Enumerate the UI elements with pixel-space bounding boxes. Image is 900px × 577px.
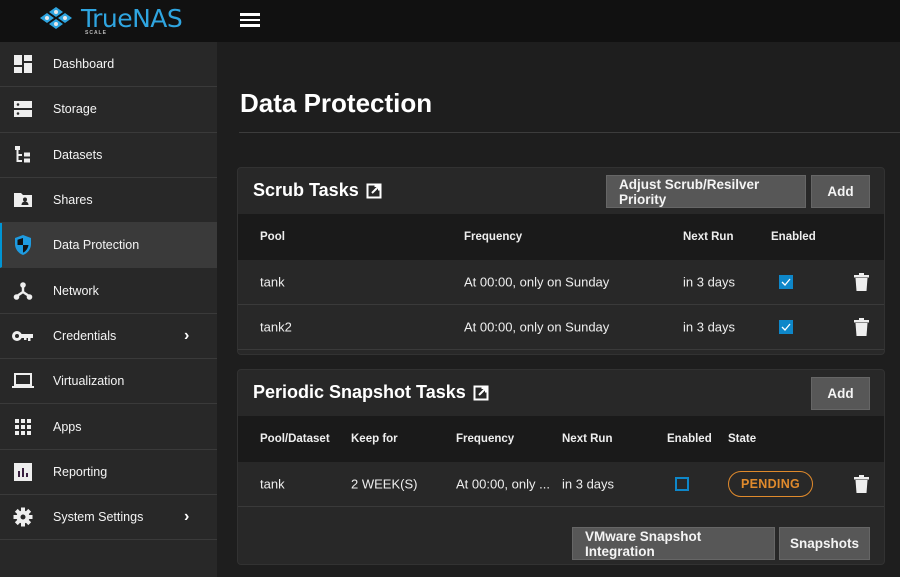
keep-for-cell: 2 WEEK(S) — [351, 476, 418, 492]
sidebar-item-label: Network — [53, 283, 99, 298]
sidebar-item-label: Storage — [53, 102, 97, 117]
snapshots-button[interactable]: Snapshots — [779, 527, 870, 560]
table-row: tank2 At 00:00, only on Sunday in 3 days — [238, 305, 884, 350]
chevron-right-icon: › — [184, 326, 190, 344]
sidebar-item-credentials[interactable]: Credentials › — [0, 314, 217, 360]
sidebar-item-label: Shares — [53, 193, 93, 208]
delete-trash-icon[interactable] — [854, 318, 869, 336]
next-run-cell: in 3 days — [683, 319, 736, 335]
sidebar-item-reporting[interactable]: Reporting — [0, 450, 217, 495]
table-row: tank At 00:00, only on Sunday in 3 days — [238, 260, 884, 305]
adjust-scrub-priority-button[interactable]: Adjust Scrub/Resilver Priority — [606, 175, 806, 208]
column-header[interactable]: Pool — [260, 231, 285, 243]
sidebar-item-apps[interactable]: Apps — [0, 404, 217, 450]
card-title-link[interactable]: Periodic Snapshot Tasks — [253, 382, 489, 403]
column-header[interactable]: Pool/Dataset — [260, 433, 330, 445]
frequency-cell: At 00:00, only on Sunday — [464, 274, 610, 290]
datasets-icon — [12, 144, 34, 166]
card-header: Scrub Tasks Adjust Scrub/Resilver Priori… — [238, 168, 884, 214]
brand-name: TrueNAS — [81, 4, 183, 33]
sidebar-item-label: System Settings — [53, 510, 144, 525]
delete-trash-icon[interactable] — [854, 273, 869, 291]
state-badge[interactable]: PENDING — [728, 471, 814, 497]
column-header[interactable]: State — [728, 433, 756, 445]
periodic-snapshot-tasks-card: Periodic Snapshot Tasks Add Pool/Dataset… — [237, 369, 885, 565]
sidebar-item-data-protection[interactable]: Data Protection — [0, 223, 217, 269]
sidebar-item-label: Virtualization — [53, 374, 125, 389]
card-title-link[interactable]: Scrub Tasks — [253, 180, 382, 201]
laptop-icon — [12, 370, 34, 392]
main-content: Data Protection Scrub Tasks Adjust Scrub… — [217, 42, 900, 577]
shares-icon — [12, 189, 34, 211]
vmware-snapshot-integration-button[interactable]: VMware Snapshot Integration — [572, 527, 775, 560]
sidebar-item-virtualization[interactable]: Virtualization — [0, 359, 217, 405]
enabled-checkbox[interactable] — [779, 320, 793, 334]
sidebar-item-label: Data Protection — [53, 238, 140, 253]
open-in-new-icon — [366, 183, 382, 198]
card-header: Periodic Snapshot Tasks Add — [238, 370, 884, 416]
key-icon — [12, 325, 34, 347]
card-title: Periodic Snapshot Tasks — [253, 382, 466, 402]
column-header[interactable]: Next Run — [562, 433, 612, 445]
check-icon — [781, 278, 791, 286]
sidebar-item-label: Datasets — [53, 147, 103, 162]
apps-grid-icon — [12, 416, 34, 438]
reporting-icon — [12, 461, 34, 483]
scrub-tasks-card: Scrub Tasks Adjust Scrub/Resilver Priori… — [237, 167, 885, 355]
frequency-cell: At 00:00, only on Sunday — [464, 319, 610, 335]
add-snapshot-task-button[interactable]: Add — [811, 377, 870, 410]
page-title: Data Protection — [240, 88, 433, 118]
sidebar-item-dashboard[interactable]: Dashboard — [0, 42, 217, 88]
frequency-cell: At 00:00, only ... — [456, 476, 550, 492]
card-title: Scrub Tasks — [253, 180, 359, 200]
sidebar-item-datasets[interactable]: Datasets — [0, 133, 217, 178]
truenas-logo-icon — [40, 7, 72, 29]
open-in-new-icon — [473, 385, 489, 400]
network-icon — [12, 280, 34, 302]
storage-icon — [12, 98, 34, 120]
enabled-checkbox[interactable] — [675, 477, 689, 491]
sidebar-item-label: Dashboard — [53, 57, 115, 72]
column-header[interactable]: Frequency — [456, 433, 514, 445]
sidebar-item-label: Credentials — [53, 328, 117, 343]
gear-icon — [12, 506, 34, 528]
pool-cell: tank2 — [260, 319, 292, 335]
column-header[interactable]: Frequency — [464, 231, 522, 243]
enabled-checkbox[interactable] — [779, 275, 793, 289]
sidebar-item-label: Reporting — [53, 464, 108, 479]
truenas-logo[interactable]: TrueNAS SCALE — [0, 0, 218, 42]
hamburger-menu-icon[interactable] — [238, 10, 262, 32]
dashboard-icon — [12, 53, 34, 75]
table-header: Pool Frequency Next Run Enabled — [238, 214, 884, 260]
next-run-cell: in 3 days — [562, 476, 615, 492]
sidebar-item-storage[interactable]: Storage — [0, 87, 217, 133]
divider — [239, 132, 900, 133]
dataset-cell: tank — [260, 476, 285, 492]
delete-trash-icon[interactable] — [854, 475, 869, 493]
chevron-right-icon: › — [184, 508, 190, 526]
pool-cell: tank — [260, 274, 285, 290]
column-header[interactable]: Enabled — [771, 231, 816, 243]
sidebar: Dashboard Storage Datasets Shares Data P… — [0, 42, 217, 577]
column-header[interactable]: Next Run — [683, 231, 733, 243]
next-run-cell: in 3 days — [683, 274, 736, 290]
add-scrub-task-button[interactable]: Add — [811, 175, 870, 208]
sidebar-item-network[interactable]: Network — [0, 268, 217, 314]
sidebar-item-shares[interactable]: Shares — [0, 178, 217, 224]
column-header[interactable]: Enabled — [667, 433, 712, 445]
sidebar-item-label: Apps — [53, 419, 82, 434]
column-header[interactable]: Keep for — [351, 433, 398, 445]
top-bar: TrueNAS SCALE — [0, 0, 900, 42]
table-header: Pool/Dataset Keep for Frequency Next Run… — [238, 416, 884, 462]
table-row: tank 2 WEEK(S) At 00:00, only ... in 3 d… — [238, 462, 884, 507]
sidebar-item-system-settings[interactable]: System Settings › — [0, 495, 217, 541]
brand-edition: SCALE — [85, 30, 107, 36]
check-icon — [781, 323, 791, 331]
shield-icon — [12, 234, 34, 256]
